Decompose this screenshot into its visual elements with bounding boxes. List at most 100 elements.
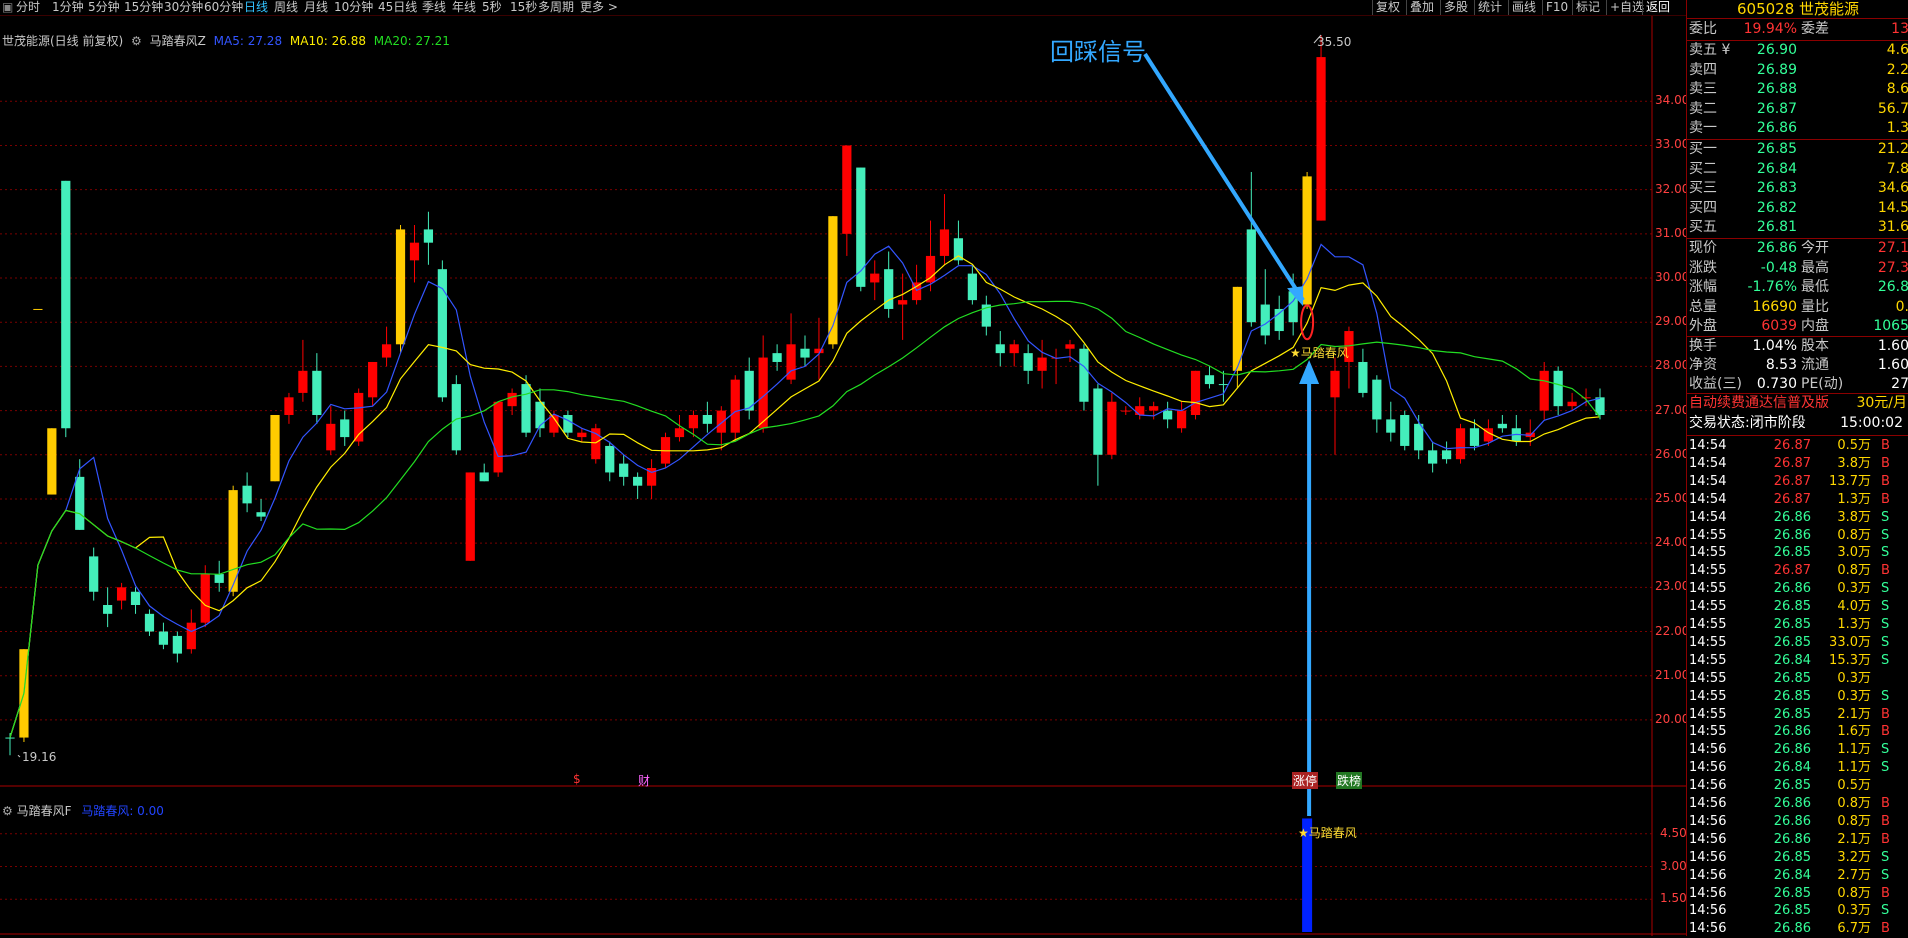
y-tick-label: 23.00: [1655, 579, 1690, 594]
period-tab-3[interactable]: 15分钟: [124, 0, 163, 15]
candle-body: [103, 605, 113, 614]
period-tab-8[interactable]: 月线: [304, 0, 328, 15]
tick-row: 14:54 26.86 3.8万 S: [1687, 509, 1908, 527]
candle-body: [200, 574, 210, 623]
dollar-mark[interactable]: $: [573, 772, 581, 786]
fund-label: 流通: [1801, 357, 1829, 373]
level-price: 26.86: [1756, 120, 1797, 136]
candle-body: [186, 622, 196, 650]
candle-body: [577, 432, 587, 438]
tick-time: 14:55: [1689, 527, 1727, 543]
finance-mark[interactable]: 财: [638, 772, 650, 789]
limit-down-rank-mark[interactable]: 跌榜: [1336, 772, 1363, 789]
menu-icon[interactable]: ▣: [2, 0, 13, 15]
tick-volume: 15.3万: [1829, 652, 1871, 668]
quote-value: -0.48: [1760, 259, 1797, 276]
tool-button-1[interactable]: 叠加: [1406, 0, 1434, 15]
tick-row: 14:55 26.85 33.0万 S: [1687, 634, 1908, 652]
quote-row: 涨幅 -1.76% 最低 26.8: [1687, 278, 1908, 297]
tick-row: 14:56 26.85 0.8万 B: [1687, 885, 1908, 903]
y-tick-label: 25.00: [1655, 490, 1690, 505]
settings-icon[interactable]: ⚙: [131, 34, 142, 48]
tool-button-8[interactable]: 返回: [1642, 0, 1670, 15]
period-tab-7[interactable]: 周线: [274, 0, 298, 15]
kline-chart[interactable]: 世茂能源(日线 前复权) ⚙ 马踏春风Z MA5: 27.28 MA10: 26…: [0, 16, 1690, 936]
candle-body: [395, 229, 406, 345]
quote-value: 26.86: [1756, 240, 1797, 256]
tool-button-5[interactable]: F10: [1542, 0, 1568, 15]
candle-body: [1190, 370, 1201, 415]
tick-time: 14:55: [1689, 652, 1727, 668]
tick-row: 14:55 26.84 15.3万 S: [1687, 652, 1908, 670]
chart-legend: 世茂能源(日线 前复权) ⚙ 马踏春风Z MA5: 27.28 MA10: 26…: [2, 33, 454, 49]
period-tab-10[interactable]: 45日线: [378, 0, 417, 15]
quote-row: 总量 16690 量比 0.: [1687, 298, 1908, 317]
limit-up-rank-mark[interactable]: 涨停: [1292, 772, 1319, 789]
period-tab-14[interactable]: 15秒: [510, 0, 537, 15]
period-tab-15[interactable]: 多周期: [538, 0, 574, 15]
y-tick-label: 27.00: [1655, 402, 1690, 417]
tool-button-4[interactable]: 画线: [1508, 0, 1536, 15]
period-tab-11[interactable]: 季线: [422, 0, 446, 15]
tick-volume: 6.7万: [1837, 921, 1871, 937]
period-tab-16[interactable]: 更多 >: [580, 0, 618, 15]
sub-indicator-name[interactable]: 马踏春风F: [17, 804, 72, 818]
quote-value: 6039: [1761, 318, 1797, 334]
fund-value: 1.60: [1877, 338, 1908, 354]
level-volume: 34.6: [1877, 180, 1908, 196]
tool-button-3[interactable]: 统计: [1474, 0, 1502, 15]
level-volume: 31.6: [1877, 219, 1908, 235]
period-tab-6[interactable]: 日线: [244, 0, 268, 15]
tick-time: 14:56: [1689, 831, 1727, 847]
quote-row: 外盘 6039 内盘 1065: [1687, 317, 1908, 336]
promo-text[interactable]: 自动续费通达信普及版: [1689, 394, 1829, 413]
pullback-signal-annotation: 回踩信号: [1050, 38, 1146, 66]
period-tab-0[interactable]: 分时: [16, 0, 40, 15]
tick-time: 14:56: [1689, 903, 1727, 919]
stock-name: 世茂能源(日线 前复权): [2, 34, 124, 48]
tick-side: B: [1881, 706, 1890, 722]
promo-row[interactable]: 自动续费通达信普及版 30元/月: [1687, 394, 1908, 413]
period-tab-13[interactable]: 5秒: [482, 0, 502, 15]
stock-code-title[interactable]: 605028 世茂能源: [1687, 0, 1908, 19]
tick-row: 14:55 26.85 1.3万 S: [1687, 616, 1908, 634]
period-tab-9[interactable]: 10分钟: [334, 0, 373, 15]
tool-button-2[interactable]: 多股: [1440, 0, 1468, 15]
candle-body: [33, 308, 43, 310]
tool-button-0[interactable]: 复权: [1372, 0, 1400, 15]
candle-body: [730, 379, 740, 433]
candle-body: [75, 476, 85, 530]
quote-label: 外盘: [1689, 318, 1717, 334]
y-tick-label: 20.00: [1655, 711, 1690, 726]
kline-svg[interactable]: [0, 16, 1686, 936]
level-volume: 2.2: [1886, 61, 1908, 78]
candle-body: [1163, 410, 1173, 420]
promo-price[interactable]: 30元/月: [1856, 394, 1907, 413]
period-tab-12[interactable]: 年线: [452, 0, 476, 15]
tool-button-6[interactable]: 标记: [1572, 0, 1600, 15]
level-label: 买五: [1689, 219, 1717, 235]
tick-volume: 33.0万: [1829, 634, 1871, 650]
candle-body: [340, 419, 350, 438]
tick-row: 14:54 26.87 3.8万 B: [1687, 455, 1908, 473]
tick-volume: 2.1万: [1837, 706, 1871, 722]
sell-level-row: 卖四 26.89 2.2: [1687, 61, 1908, 80]
period-tab-1[interactable]: 1分钟: [52, 0, 84, 15]
period-tab-2[interactable]: 5分钟: [88, 0, 120, 15]
signal-label-sub: ★马踏春风: [1298, 826, 1357, 840]
period-tab-5[interactable]: 60分钟: [204, 0, 243, 15]
candle-body: [381, 344, 392, 358]
fund-label: 股本: [1801, 338, 1829, 354]
level-volume: 7.8: [1886, 160, 1908, 177]
period-tab-4[interactable]: 30分钟: [164, 0, 203, 15]
tick-time: 14:56: [1689, 921, 1727, 937]
tool-button-7[interactable]: +自选: [1606, 0, 1644, 15]
quote-label: 最低: [1801, 279, 1829, 295]
sub-settings-icon[interactable]: ⚙: [2, 804, 13, 818]
annotation-arrow-line: [1143, 52, 1305, 302]
tick-price: 26.86: [1773, 724, 1811, 740]
sub-legend: ⚙ 马踏春风F 马踏春风: 0.00: [2, 803, 164, 819]
candle-body: [1539, 370, 1549, 411]
indicator-name[interactable]: 马踏春风Z: [150, 34, 206, 48]
y-tick-label: 22.00: [1655, 623, 1690, 638]
